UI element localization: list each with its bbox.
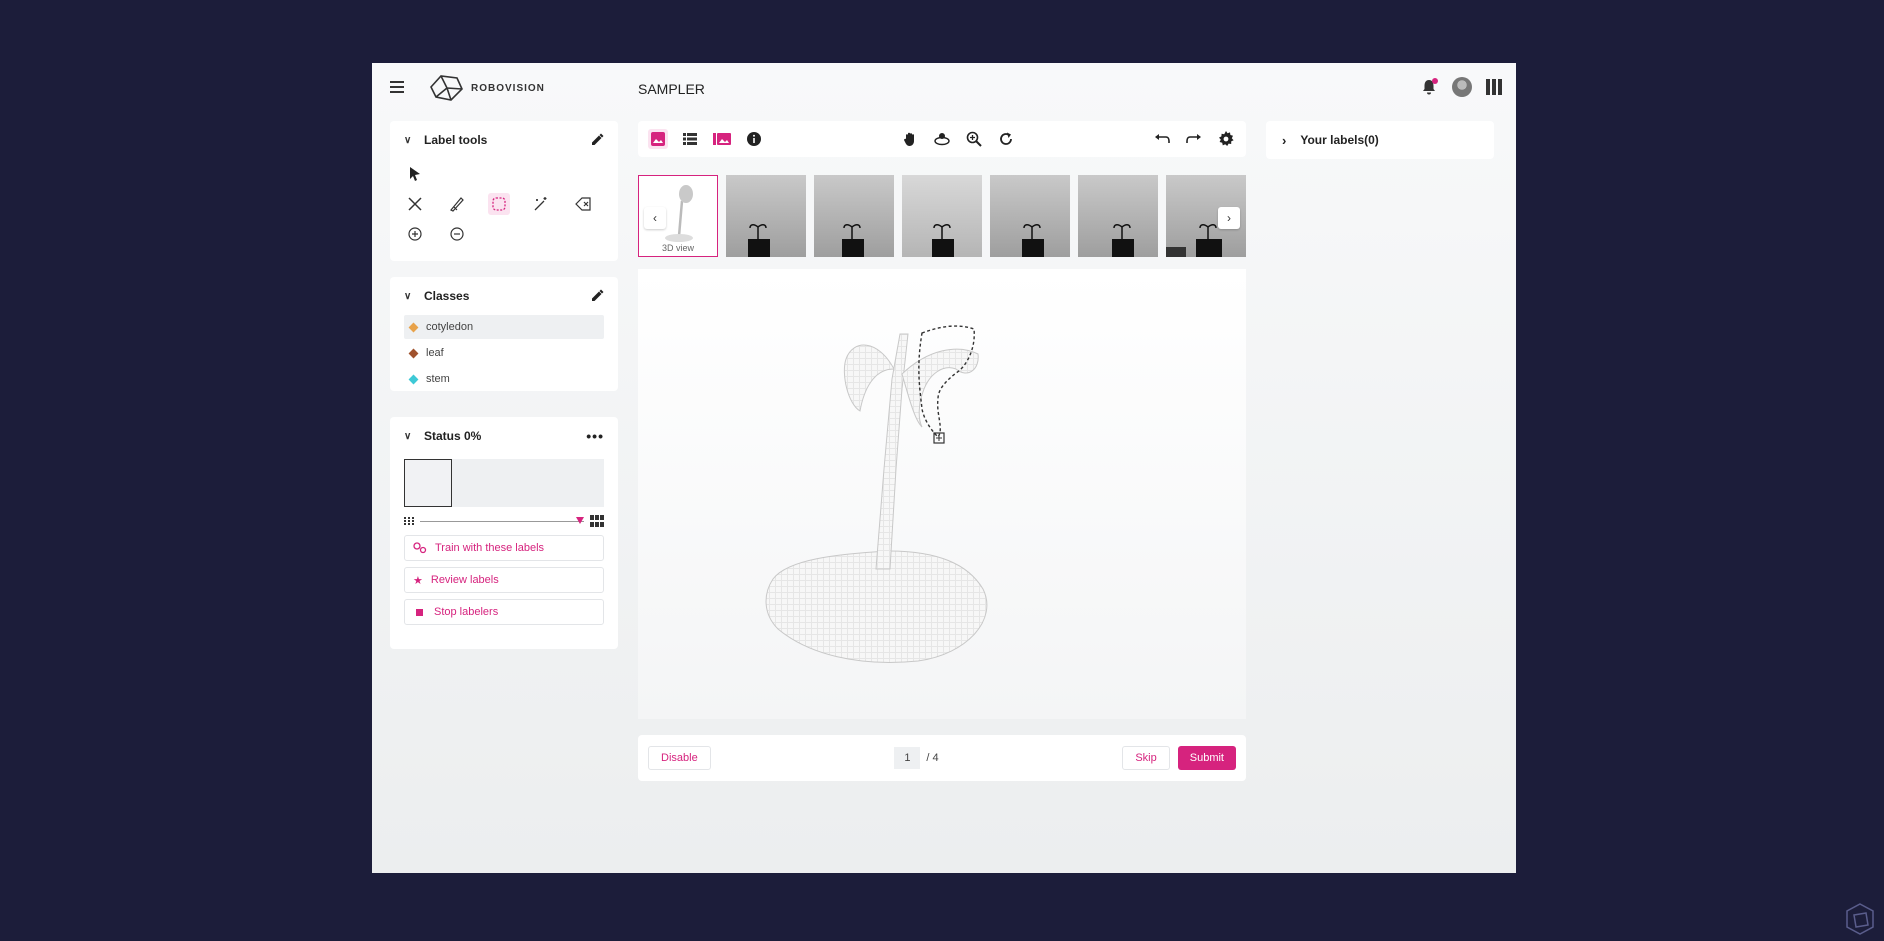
logo: ROBOVISION <box>427 73 545 103</box>
status-panel: ∨ Status 0% ••• Train with these labels … <box>390 417 618 649</box>
your-labels-title: Your labels(0) <box>1300 133 1379 147</box>
submit-button[interactable]: Submit <box>1177 746 1236 770</box>
thumbnail-3d-view-label: 3D view <box>661 243 694 253</box>
undo-icon[interactable] <box>1152 129 1172 149</box>
status-preview-square <box>404 459 452 507</box>
class-color-diamond-icon <box>408 322 419 332</box>
classes-title: Classes <box>424 289 470 303</box>
thumbnails-next-button[interactable]: › <box>1218 207 1240 229</box>
label-tools-title: Label tools <box>424 133 488 147</box>
status-title: Status 0% <box>424 429 482 443</box>
your-labels-panel[interactable]: › Your labels(0) <box>1266 121 1494 159</box>
grid-size-slider[interactable] <box>420 516 584 524</box>
class-item-cotyledon[interactable]: cotyledon <box>404 315 604 339</box>
chevron-right-icon: › <box>1227 211 1231 225</box>
label-tools-panel: ∨ Label tools <box>390 121 618 261</box>
chevron-right-icon: › <box>1282 132 1287 148</box>
more-options-icon[interactable]: ••• <box>586 428 604 444</box>
thumbnail-image[interactable] <box>726 175 806 257</box>
plant-photo-thumbnail <box>1112 224 1134 257</box>
class-item-leaf[interactable]: leaf <box>404 341 604 365</box>
thumbnail-image[interactable] <box>990 175 1070 257</box>
zoom-add-tool[interactable] <box>404 223 426 245</box>
collapse-chevron-icon[interactable]: ∨ <box>404 431 414 442</box>
stop-square-icon <box>416 608 423 616</box>
slider-thumb[interactable] <box>576 516 584 524</box>
plant-photo-thumbnail <box>1022 224 1044 257</box>
stop-labelers-button[interactable]: Stop labelers <box>404 599 604 625</box>
thumbnail-image[interactable] <box>902 175 982 257</box>
page-number-input[interactable] <box>894 747 921 769</box>
menu-icon[interactable] <box>390 81 404 93</box>
info-icon[interactable] <box>744 129 764 149</box>
app-window: ROBOVISION SAMPLER ∨ Label tools ∨ Class… <box>372 63 1516 873</box>
class-label: stem <box>426 373 450 385</box>
brush-tool[interactable] <box>446 193 468 215</box>
list-view-icon[interactable] <box>680 129 700 149</box>
page-total-label: / 4 <box>926 752 939 764</box>
class-label: leaf <box>426 347 444 359</box>
plant-photo-thumbnail <box>748 224 770 257</box>
redo-icon[interactable] <box>1184 129 1204 149</box>
corner-watermark-logo-icon <box>1846 903 1874 935</box>
gallery-view-icon[interactable] <box>712 129 732 149</box>
thumbnail-image[interactable] <box>814 175 894 257</box>
status-progress-box <box>404 459 604 507</box>
large-grid-icon <box>590 515 604 527</box>
star-icon: ★ <box>413 574 423 587</box>
delete-x-tool[interactable] <box>404 193 426 215</box>
settings-gear-icon[interactable] <box>1216 129 1236 149</box>
notifications-bell-icon[interactable] <box>1420 78 1438 96</box>
edit-pencil-icon[interactable] <box>590 289 604 303</box>
viewer-toolbar <box>638 121 1246 157</box>
stop-button-label: Stop labelers <box>434 606 499 618</box>
collapse-chevron-icon[interactable]: ∨ <box>404 135 414 146</box>
thumbnails-prev-button[interactable]: ‹ <box>644 207 666 229</box>
class-color-diamond-icon <box>408 348 419 358</box>
thumbnail-strip: 3D view ‹ › <box>638 175 1246 257</box>
apps-grid-icon[interactable] <box>1486 79 1502 95</box>
gears-icon <box>413 542 427 554</box>
pan-hand-icon[interactable] <box>900 129 920 149</box>
disable-button[interactable]: Disable <box>648 746 711 770</box>
bottom-action-bar: Disable / 4 Skip Submit <box>638 735 1246 781</box>
refresh-icon[interactable] <box>996 129 1016 149</box>
plant-photo-thumbnail <box>932 224 954 257</box>
collapse-chevron-icon[interactable]: ∨ <box>404 291 414 302</box>
skip-button[interactable]: Skip <box>1122 746 1170 770</box>
3d-viewer-canvas[interactable] <box>638 269 1246 719</box>
plant-photo-thumbnail <box>842 224 864 257</box>
small-grid-icon <box>404 517 414 525</box>
zoom-icon[interactable] <box>964 129 984 149</box>
image-view-icon[interactable] <box>648 129 668 149</box>
page-title: SAMPLER <box>638 81 705 97</box>
train-button-label: Train with these labels <box>435 542 545 554</box>
edit-pencil-icon[interactable] <box>590 133 604 147</box>
class-label: cotyledon <box>426 321 474 333</box>
user-avatar[interactable] <box>1452 77 1472 97</box>
robovision-logo-icon <box>430 75 463 101</box>
top-bar: ROBOVISION SAMPLER <box>372 63 1516 113</box>
notification-dot <box>1432 78 1438 84</box>
train-button[interactable]: Train with these labels <box>404 535 604 561</box>
chevron-left-icon: ‹ <box>653 211 657 225</box>
class-color-diamond-icon <box>408 374 419 384</box>
zoom-remove-tool[interactable] <box>446 223 468 245</box>
lasso-tool[interactable] <box>488 193 510 215</box>
review-button-label: Review labels <box>430 574 499 586</box>
thumbnail-image[interactable] <box>1078 175 1158 257</box>
status-progress-area <box>452 459 604 507</box>
classes-panel: ∨ Classes cotyledon leaf stem <box>390 277 618 391</box>
magic-wand-tool[interactable] <box>530 193 552 215</box>
rotate-3d-icon[interactable] <box>932 129 952 149</box>
class-item-stem[interactable]: stem <box>404 367 604 391</box>
pagination: / 4 <box>711 747 1123 769</box>
voxel-plant-model <box>765 325 988 663</box>
logo-text: ROBOVISION <box>471 82 545 94</box>
review-labels-button[interactable]: ★ Review labels <box>404 567 604 593</box>
polygon-eraser-tool[interactable] <box>572 193 594 215</box>
select-cursor-tool[interactable] <box>404 163 426 185</box>
